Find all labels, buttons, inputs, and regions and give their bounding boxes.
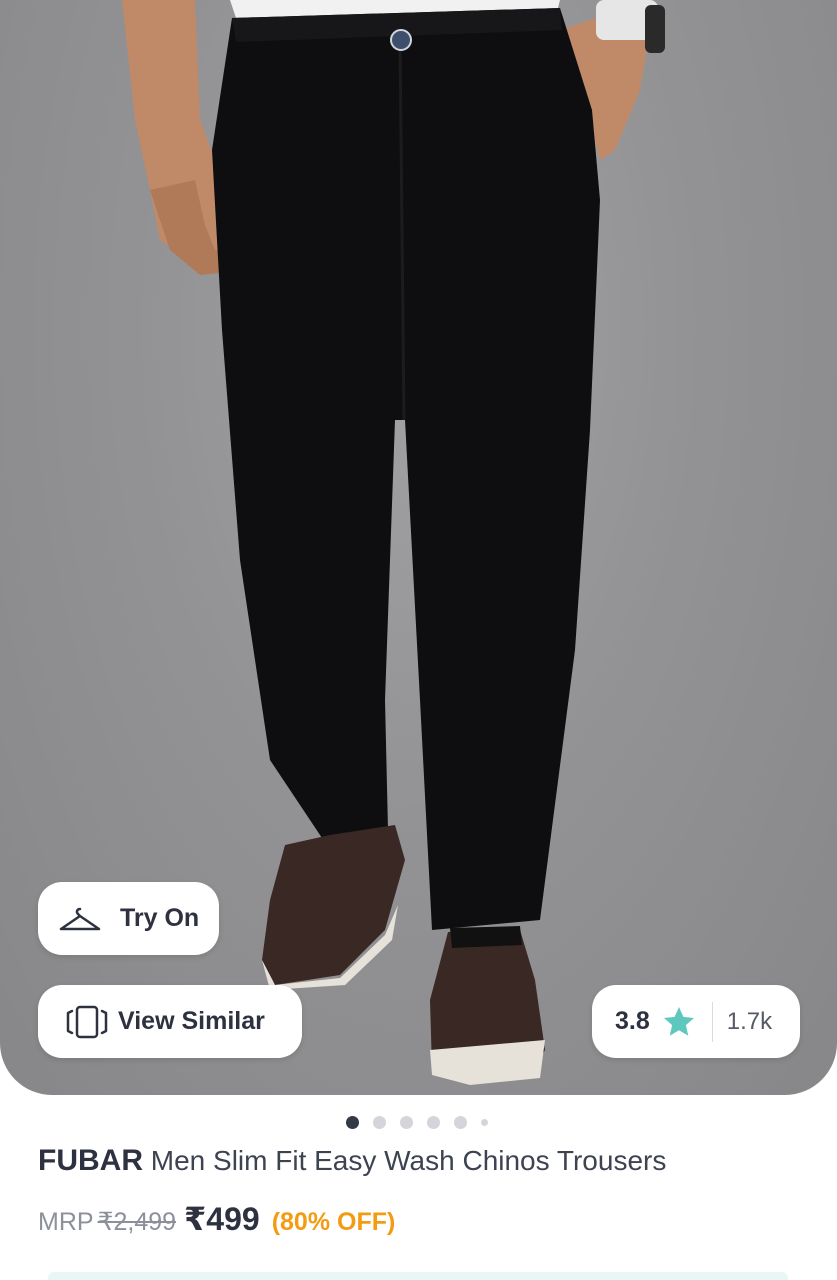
carousel-indicator: [346, 1116, 502, 1129]
mrp-value: ₹2,499: [97, 1208, 177, 1236]
carousel-dot[interactable]: [400, 1116, 413, 1129]
carousel-dot[interactable]: [346, 1116, 359, 1129]
carousel-dot[interactable]: [373, 1116, 386, 1129]
view-similar-label: View Similar: [118, 1007, 265, 1035]
rating-badge[interactable]: 3.8 1.7k: [592, 985, 800, 1058]
product-title: FUBAR Men Slim Fit Easy Wash Chinos Trou…: [38, 1144, 666, 1178]
price-row: MRP ₹2,499 ₹499 (80% OFF): [38, 1200, 395, 1238]
view-similar-button[interactable]: View Similar: [38, 985, 302, 1058]
selling-price: ₹499: [184, 1201, 260, 1237]
star-icon: [663, 1006, 694, 1036]
rating-value: 3.8: [615, 1007, 650, 1035]
product-page: Try On View Similar 3.8 1.7k FUBAR Men S…: [0, 0, 837, 1280]
discount-badge: (80% OFF): [271, 1208, 396, 1236]
rating-divider: [711, 1001, 713, 1042]
try-on-label: Try On: [120, 904, 200, 932]
similar-icon: [66, 1005, 108, 1038]
product-name: Men Slim Fit Easy Wash Chinos Trousers: [150, 1145, 667, 1176]
carousel-dot[interactable]: [427, 1116, 440, 1129]
carousel-dot[interactable]: [454, 1116, 467, 1129]
brand-name[interactable]: FUBAR: [38, 1144, 143, 1177]
mrp-label: MRP: [38, 1208, 94, 1236]
rating-count: 1.7k: [726, 1007, 773, 1035]
hanger-icon: [59, 907, 101, 930]
try-on-button[interactable]: Try On: [38, 882, 219, 955]
offer-strip: [48, 1272, 788, 1280]
carousel-dot[interactable]: [481, 1119, 488, 1126]
